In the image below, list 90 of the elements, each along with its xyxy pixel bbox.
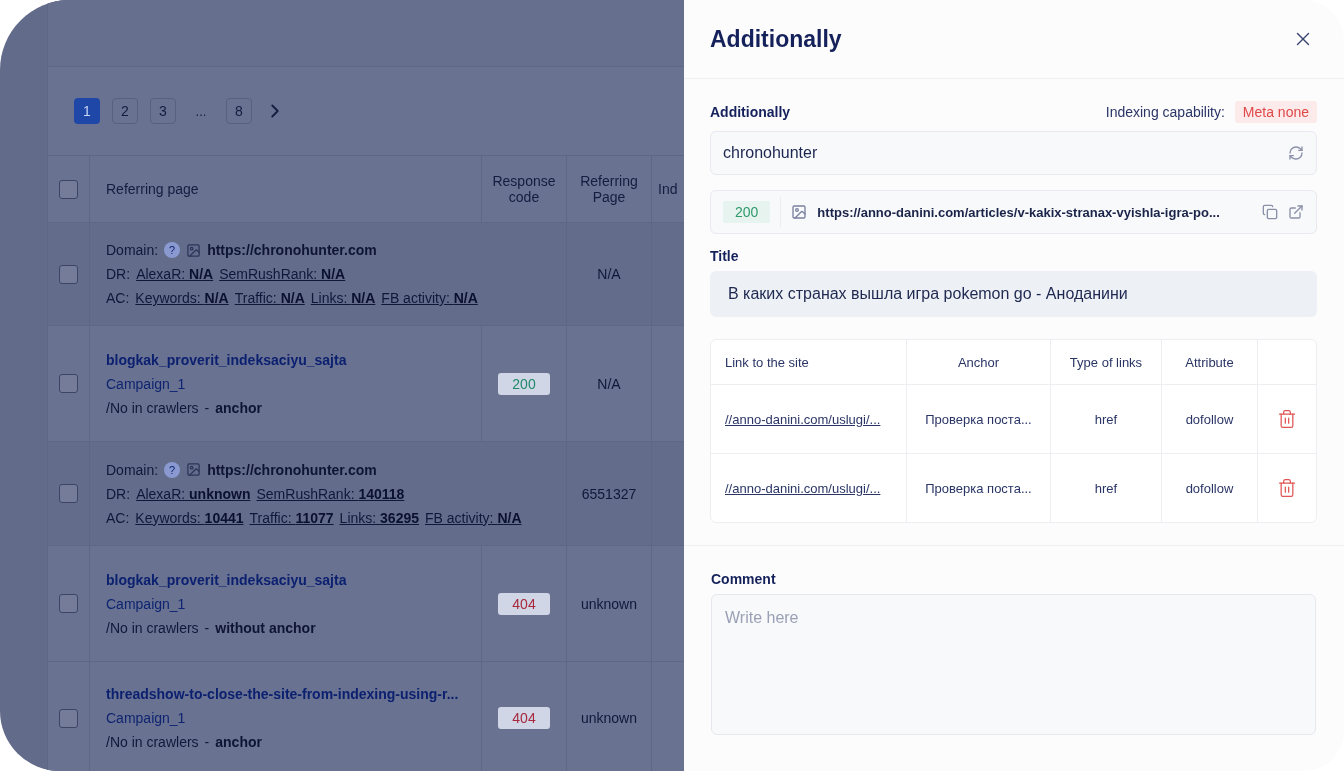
pagination-ellipsis: ... — [194, 103, 208, 119]
column-header: Anchor — [957, 354, 1000, 370]
link-type: href — [1094, 411, 1118, 427]
image-icon — [791, 204, 808, 220]
column-header: Referring page — [89, 156, 481, 222]
domain-url: https://chronohunter.com — [207, 242, 377, 258]
name-field[interactable]: chronohunter — [710, 131, 1317, 175]
ac-label: AC: — [106, 509, 130, 526]
dr-label: DR: — [106, 485, 131, 502]
column-header: Response code — [481, 156, 566, 222]
indexing-label: Indexing capability: — [1105, 104, 1225, 120]
page-url[interactable]: https://anno-danini.com/articles/v-kakix-stranax-vyishla-igra-po... — [817, 204, 1252, 220]
row-checkbox[interactable] — [59, 708, 78, 728]
refresh-icon[interactable] — [1288, 145, 1304, 161]
page-button[interactable]: 3 — [150, 98, 176, 124]
help-badge[interactable]: ? — [164, 242, 181, 258]
anchor-value: Проверка поста... — [925, 411, 1032, 427]
anchor-text: without anchor — [215, 619, 316, 636]
page-link[interactable]: blogkak_proverit_indeksaciyu_sajta — [106, 571, 347, 588]
copy-icon[interactable] — [1262, 204, 1278, 220]
page-button[interactable]: 1 — [74, 98, 100, 124]
response-code: 200 — [498, 372, 550, 395]
metric-link[interactable]: Keywords: N/A — [135, 290, 229, 306]
separator: - — [204, 734, 210, 750]
domain-url: https://chronohunter.com — [207, 461, 377, 478]
page-link[interactable]: blogkak_proverit_indeksaciyu_sajta — [106, 351, 347, 368]
site-link[interactable]: //anno-danini.com/uslugi/... — [725, 411, 881, 427]
row-checkbox[interactable] — [59, 264, 78, 284]
separator: - — [204, 399, 210, 416]
metric-link[interactable]: Links: N/A — [310, 290, 376, 306]
metric-link[interactable]: SemRushRank: 140118 — [256, 485, 405, 502]
title-value: В каких странах вышла игра pokemon go - Аноданини — [710, 271, 1317, 317]
metric-link[interactable]: AlexaR: N/A — [136, 266, 214, 282]
attribute-value: dofollow — [1185, 411, 1234, 427]
external-link-icon[interactable] — [1288, 204, 1304, 220]
row-checkbox[interactable] — [59, 594, 78, 613]
campaign-link[interactable]: Campaign_1 — [106, 595, 186, 612]
referring-page-value: N/A — [597, 266, 621, 282]
referring-page-value: 6551327 — [581, 485, 637, 502]
metric-link[interactable]: AlexaR: unknown — [136, 485, 251, 502]
domain-label: Domain: — [106, 242, 159, 258]
image-icon — [186, 462, 202, 477]
field-label: Title — [710, 248, 740, 264]
anchor-text: anchor — [215, 734, 262, 750]
domain-label: Domain: — [106, 461, 159, 478]
anchor-value: Проверка поста... — [925, 480, 1032, 496]
column-header: Link to the site — [725, 354, 809, 370]
metric-link[interactable]: Links: 36295 — [339, 509, 419, 526]
column-header: Referring Page — [566, 156, 651, 222]
page-link[interactable]: threadshow-to-close-the-site-from-indexing-using-r... — [106, 686, 459, 702]
row-checkbox[interactable] — [59, 484, 78, 503]
image-icon — [186, 242, 202, 258]
response-code: 404 — [498, 707, 550, 729]
help-badge[interactable]: ? — [164, 461, 181, 478]
crawler-status: /No in crawlers — [106, 619, 199, 636]
link-type: href — [1094, 480, 1118, 496]
response-code: 404 — [498, 592, 550, 615]
field-label: Comment — [711, 571, 776, 587]
metric-link[interactable]: SemRushRank: N/A — [219, 266, 346, 282]
column-header: Attribute — [1185, 354, 1234, 370]
referring-page-value: N/A — [597, 375, 621, 392]
referring-page-value: unknown — [580, 595, 637, 612]
page-button[interactable]: 2 — [112, 98, 138, 124]
dr-label: DR: — [106, 266, 131, 282]
site-link[interactable]: //anno-danini.com/uslugi/... — [725, 480, 881, 496]
page-button[interactable]: 8 — [226, 98, 252, 124]
indexing-badge: Meta none — [1234, 101, 1317, 123]
crawler-status: /No in crawlers — [106, 399, 199, 416]
delete-icon[interactable] — [1277, 409, 1297, 429]
crawler-status: /No in crawlers — [106, 734, 199, 750]
select-all-checkbox[interactable] — [59, 179, 78, 199]
delete-icon[interactable] — [1277, 478, 1297, 498]
metric-link[interactable]: Traffic: N/A — [234, 290, 305, 306]
comment-field[interactable]: Write here — [711, 594, 1316, 735]
referring-page-value: unknown — [580, 710, 637, 726]
attribute-value: dofollow — [1185, 480, 1234, 496]
metric-link[interactable]: FB activity: N/A — [381, 290, 478, 306]
row-checkbox[interactable] — [59, 374, 78, 393]
metric-link[interactable]: Keywords: 10441 — [135, 509, 244, 526]
campaign-link[interactable]: Campaign_1 — [106, 710, 186, 726]
campaign-link[interactable]: Campaign_1 — [106, 375, 186, 392]
separator: - — [204, 619, 210, 636]
ac-label: AC: — [106, 290, 130, 306]
status-code: 200 — [723, 201, 771, 223]
field-label: Additionally — [710, 104, 791, 120]
metric-link[interactable]: FB activity: N/A — [425, 509, 522, 526]
anchor-text: anchor — [215, 399, 262, 416]
metric-link[interactable]: Traffic: 11077 — [249, 509, 334, 526]
drawer-title: Additionally — [710, 25, 842, 53]
column-header: Type of links — [1069, 354, 1143, 370]
